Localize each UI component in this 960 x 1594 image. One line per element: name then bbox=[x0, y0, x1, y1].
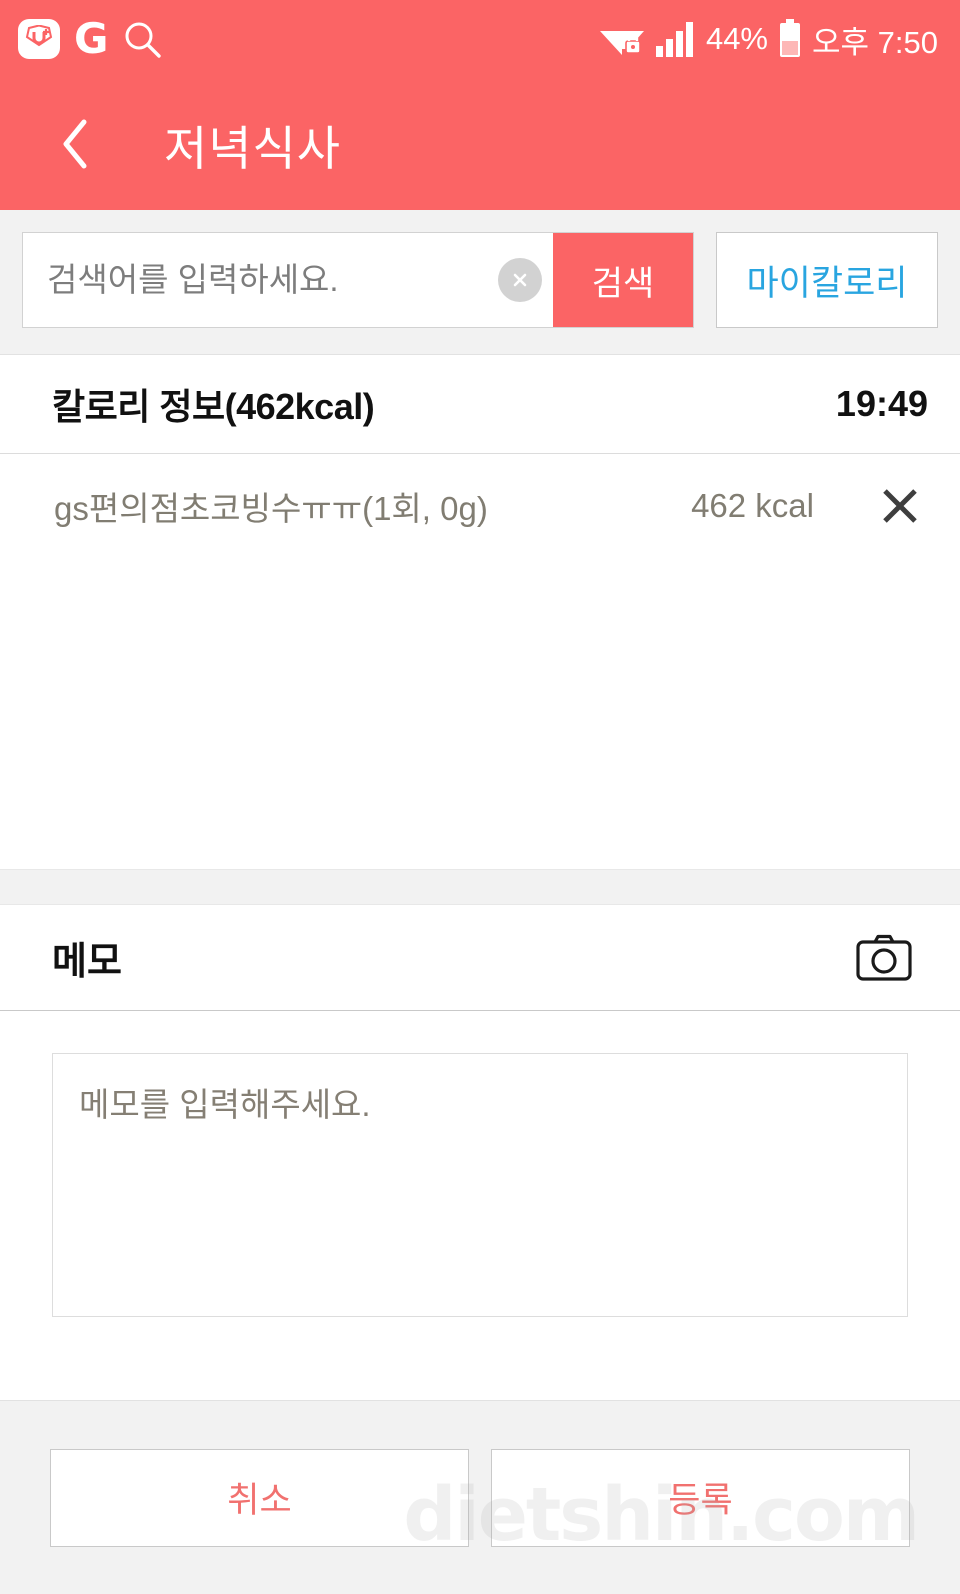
page-title: 저녁식사 bbox=[164, 121, 341, 175]
clear-circle-x-icon bbox=[498, 258, 542, 302]
cellular-signal-icon bbox=[655, 22, 693, 57]
camera-button[interactable] bbox=[848, 927, 920, 989]
memo-input[interactable] bbox=[52, 1053, 908, 1317]
uplus-app-icon bbox=[18, 19, 60, 59]
table-row[interactable]: gs편의점초코빙수ㅠㅠ(1회, 0g) 462 kcal bbox=[0, 454, 960, 558]
calorie-info-title: 칼로리 정보(462kcal) bbox=[52, 386, 375, 427]
search-input[interactable] bbox=[23, 233, 487, 327]
memo-title: 메모 bbox=[52, 941, 122, 983]
my-calorie-button[interactable]: 마이칼로리 bbox=[716, 232, 938, 328]
remove-food-button[interactable] bbox=[872, 478, 928, 534]
food-name-label: gs편의점초코빙수ㅠㅠ(1회, 0g) bbox=[54, 490, 488, 527]
wifi-locked-icon bbox=[599, 31, 644, 55]
food-list: gs편의점초코빙수ㅠㅠ(1회, 0g) 462 kcal bbox=[0, 453, 960, 558]
search-bar: 검색 마이칼로리 bbox=[0, 210, 960, 355]
search-button[interactable]: 검색 bbox=[553, 233, 693, 327]
section-divider bbox=[0, 869, 960, 905]
action-bar: 취소 등록 dietshin.com bbox=[0, 1400, 960, 1594]
memo-body bbox=[0, 1011, 960, 1322]
status-bar-left-icons: G bbox=[18, 18, 162, 60]
chevron-left-icon bbox=[63, 119, 87, 169]
camera-icon bbox=[856, 934, 912, 981]
status-bar: G 44% 오후 7:50 bbox=[0, 0, 960, 78]
battery-percent-label: 44% bbox=[705, 21, 768, 56]
status-bar-right-icons: 44% 오후 7:50 bbox=[598, 17, 938, 62]
battery-icon bbox=[780, 19, 800, 57]
food-list-empty-area bbox=[0, 558, 960, 869]
clock-label: 오후 7:50 bbox=[812, 24, 938, 60]
calorie-info-header: 칼로리 정보(462kcal) 19:49 bbox=[0, 355, 960, 453]
close-x-icon bbox=[883, 489, 917, 523]
clear-search-button[interactable] bbox=[487, 233, 553, 327]
meal-time-label: 19:49 bbox=[835, 383, 928, 424]
back-button[interactable] bbox=[48, 114, 102, 174]
search-icon bbox=[125, 22, 162, 58]
memo-spacer bbox=[0, 1322, 960, 1400]
google-g-icon: G bbox=[74, 14, 109, 63]
cancel-button[interactable]: 취소 bbox=[50, 1448, 469, 1547]
app-header: 저녁식사 bbox=[0, 78, 960, 210]
search-field-group: 검색 bbox=[22, 232, 694, 328]
submit-button[interactable]: 등록 bbox=[491, 1448, 910, 1547]
app-screen: G 44% 오후 7:50 저녁식사 검색어를 입력하세요. 검색 마이칼로리 … bbox=[0, 0, 960, 1594]
memo-header: 메모 bbox=[0, 905, 960, 1011]
food-calorie-label: 462 kcal bbox=[691, 487, 814, 524]
